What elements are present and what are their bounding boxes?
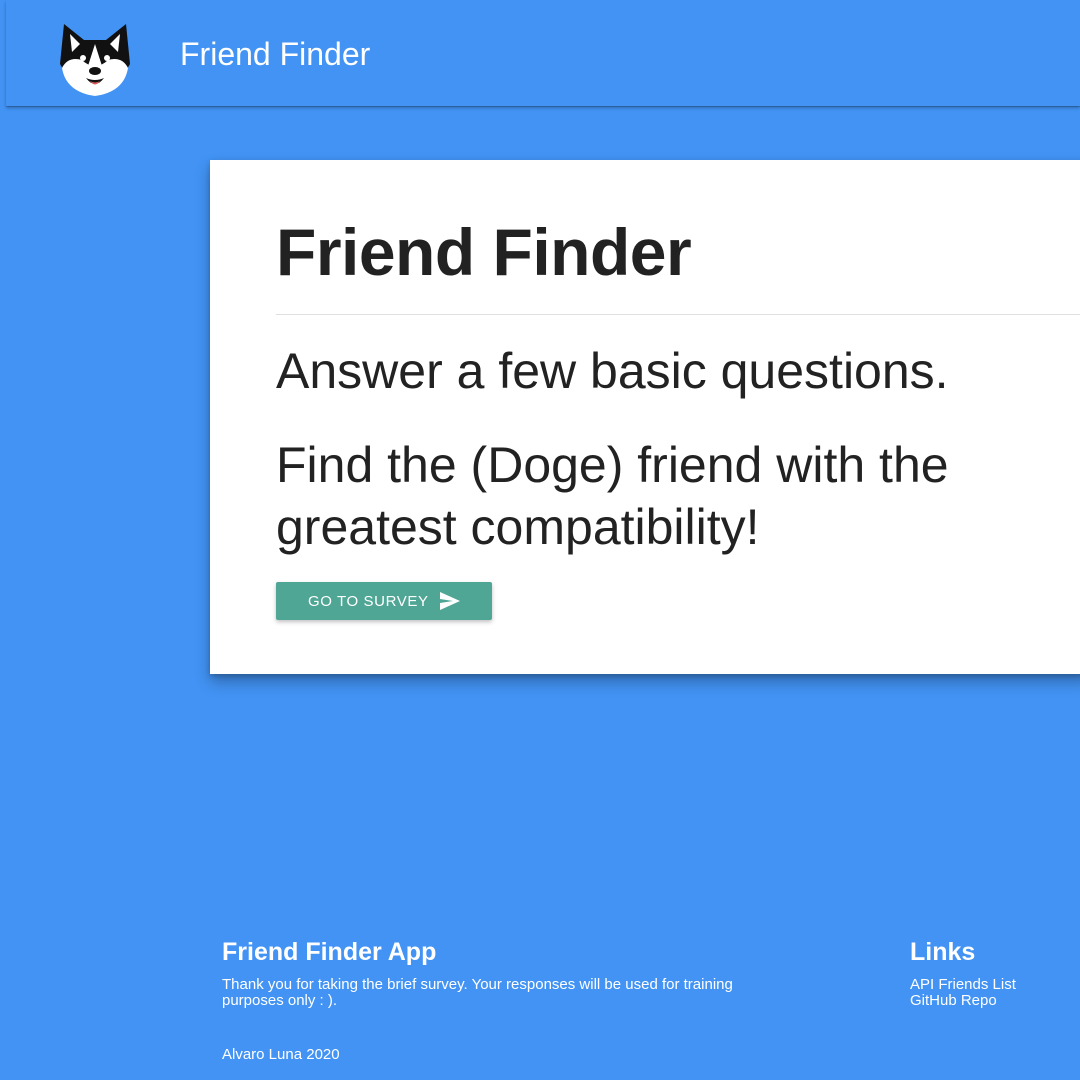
brand-title-link[interactable]: Friend Finder	[180, 36, 370, 73]
hero-card: Friend Finder Answer a few basic questio…	[210, 160, 1080, 674]
lead-text-compatibility: Find the (Doge) friend with the greatest…	[276, 437, 949, 555]
send-icon	[440, 592, 460, 610]
lead-text-questions: Answer a few basic questions.	[276, 343, 949, 399]
api-friends-list-link[interactable]: API Friends List	[910, 976, 1016, 993]
list-item: GitHub Repo	[910, 993, 1016, 1009]
footer-text: Thank you for taking the brief survey. Y…	[222, 976, 733, 1009]
divider	[276, 314, 1080, 315]
footer-credit: Alvaro Luna 2020	[222, 1046, 340, 1063]
footer-links-list: API Friends List GitHub Repo	[910, 977, 1016, 1009]
list-item: API Friends List	[910, 977, 1016, 993]
shiba-doge-logo-icon[interactable]	[58, 18, 132, 98]
navbar: Friend Finder	[6, 0, 1080, 106]
footer-title: Friend Finder App	[222, 938, 437, 966]
card-title: Friend Finder	[276, 215, 692, 289]
go-to-survey-button[interactable]: GO TO SURVEY	[276, 582, 492, 620]
go-to-survey-label: GO TO SURVEY	[308, 592, 429, 610]
links-title: Links	[910, 938, 976, 966]
github-repo-link[interactable]: GitHub Repo	[910, 992, 997, 1009]
